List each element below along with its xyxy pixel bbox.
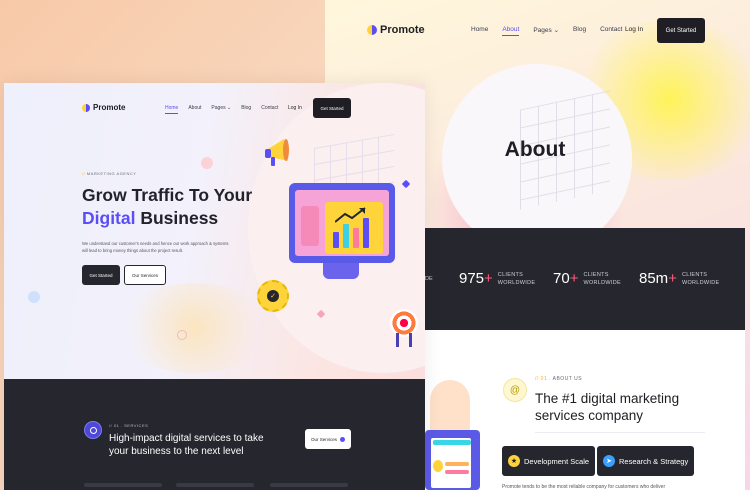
nav-blog[interactable]: Blog [573, 26, 586, 36]
get-started-button[interactable]: Get Started [657, 18, 705, 43]
top-navbar: Promote Home About Pages ⌄ Blog Contact … [325, 16, 750, 46]
nav-pages[interactable]: Pages ⌄ [211, 105, 231, 114]
services-section: // 01 . SERVICES High-impact digital ser… [4, 379, 425, 490]
nav-home[interactable]: Home [471, 26, 488, 36]
about-heading: The #1 digital marketing services compan… [535, 391, 680, 423]
main-menu: Home About Pages ⌄ Blog Contact [471, 26, 622, 36]
nav-home[interactable]: Home [165, 105, 179, 114]
logo-icon [367, 25, 377, 35]
stat-label: CLIENTS WORLDWIDE [583, 271, 621, 286]
get-started-button[interactable]: Get Started [313, 98, 351, 118]
nav-contact[interactable]: Contact [261, 105, 278, 114]
stat-item: 70+ CLIENTS WORLDWIDE [553, 270, 621, 287]
service-card-edge [84, 483, 162, 487]
services-eyebrow: // 01 . SERVICES [109, 423, 149, 428]
nav-about[interactable]: About [502, 26, 520, 36]
brand-logo[interactable]: Promote [367, 24, 425, 36]
hero-eyebrow: // MARKETING AGENCY [82, 171, 137, 176]
chevron-down-icon: ⌄ [227, 105, 232, 111]
stat-value: 975+ [459, 270, 493, 287]
home-page-screenshot: Promote Home About Pages ⌄ Blog Contact … [4, 83, 425, 490]
login-link[interactable]: Log In [288, 105, 302, 111]
send-icon: ➤ [603, 455, 615, 467]
nav-blog[interactable]: Blog [241, 105, 251, 114]
hero-headline: Grow Traffic To Your Digital Business [82, 185, 253, 228]
divider [535, 432, 705, 433]
at-icon: @ [503, 378, 527, 402]
stat-item: 975+ CLIENTS WORLDWIDE [459, 270, 535, 287]
our-services-button[interactable]: Our Services [305, 429, 351, 449]
decor-ring [177, 330, 187, 340]
about-paragraph: Promote tends to be the most reliable co… [502, 484, 666, 490]
login-link[interactable]: Log In [625, 26, 643, 33]
logo-icon [82, 103, 90, 112]
monitor-stand [323, 263, 359, 279]
brand-name: Promote [93, 103, 126, 112]
nav-about[interactable]: About [188, 105, 201, 114]
stat-value: 85m+ [639, 270, 677, 287]
chevron-down-icon: ⌄ [553, 27, 560, 34]
brand-name: Promote [380, 24, 425, 36]
decor-dot [201, 157, 213, 169]
nav-pages[interactable]: Pages ⌄ [533, 26, 559, 36]
services-heading: High-impact digital services to take you… [109, 433, 264, 457]
stat-value: 70+ [553, 270, 579, 287]
monitor-illustration [289, 183, 395, 263]
brand-logo[interactable]: Promote [82, 103, 125, 112]
tag-development-scale[interactable]: ★ Development Scale [502, 446, 596, 476]
section-eyebrow: // 01 . ABOUT US [535, 376, 583, 382]
stat-label-cutoff: DE [425, 276, 433, 282]
megaphone-icon [265, 139, 289, 166]
service-card-edge [270, 483, 348, 487]
page-title: About [504, 138, 566, 161]
stat-item: 85m+ CLIENTS WORLDWIDE [639, 270, 720, 287]
nav-contact[interactable]: Contact [600, 26, 622, 36]
check-badge-icon: ✓ [257, 280, 289, 312]
service-card-edge [176, 483, 254, 487]
main-menu: Home About Pages ⌄ Blog Contact [165, 105, 278, 114]
arrow-icon [340, 436, 345, 442]
our-services-button[interactable]: Our Services [124, 265, 166, 285]
services-icon [84, 421, 102, 439]
stat-label: CLIENTS WORLDWIDE [681, 271, 720, 286]
badge-icon: ★ [508, 455, 520, 467]
decor-dot [28, 291, 40, 303]
hero-description: We understand our customer's needs and h… [82, 241, 229, 253]
monitor-illustration [425, 430, 480, 490]
stat-label: CLIENTS WORLDWIDE [497, 271, 536, 286]
get-started-button[interactable]: Get Started [82, 265, 120, 285]
tag-research-strategy[interactable]: ➤ Research & Strategy [597, 446, 695, 476]
